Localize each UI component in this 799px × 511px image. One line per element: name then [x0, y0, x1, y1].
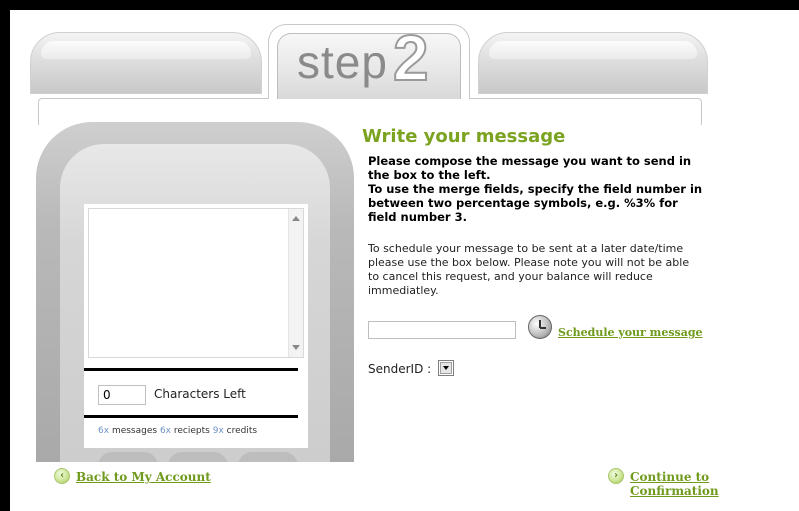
back-arrow-icon[interactable]: ‹ [54, 468, 70, 484]
back-to-account-link[interactable]: Back to My Account [76, 470, 211, 484]
step-label: step [297, 36, 388, 88]
instructions-merge: To use the merge fields, specify the fie… [368, 182, 703, 224]
char-count-field: 0 [98, 385, 146, 405]
receipts-label: reciepts [173, 426, 210, 436]
credits-label: credits [226, 426, 258, 436]
messages-label: messages [111, 426, 158, 436]
schedule-message-link[interactable]: Schedule your message [558, 326, 703, 339]
instructions-compose: Please compose the message you want to s… [368, 154, 692, 182]
messages-count: 6x [98, 426, 110, 436]
page-frame: step 2 0 Characters Left 6x messages 6x … [10, 10, 799, 511]
step-tab-left [30, 32, 262, 94]
scroll-down-icon[interactable] [292, 345, 300, 350]
chars-left-label: Characters Left [154, 387, 246, 401]
message-scrollbar[interactable] [288, 209, 303, 357]
divider [84, 415, 298, 418]
header-panel [38, 98, 702, 125]
phone-mockup: 0 Characters Left 6x messages 6x reciept… [36, 122, 354, 462]
page-title: Write your message [362, 126, 566, 147]
sender-id-label: SenderID : [368, 362, 432, 376]
receipts-count: 6x [159, 426, 172, 436]
forward-arrow-icon[interactable]: › [608, 468, 624, 484]
sender-id-select[interactable] [438, 360, 454, 376]
phone-screen: 0 Characters Left 6x messages 6x reciept… [84, 204, 308, 448]
chevron-down-icon[interactable] [440, 362, 452, 374]
schedule-datetime-input[interactable] [368, 321, 516, 339]
schedule-instructions: To schedule your message to be sent at a… [368, 242, 690, 297]
clock-icon[interactable] [528, 315, 552, 339]
phone-button-left [98, 452, 158, 462]
step-number: 2 [392, 21, 430, 95]
step-header: step 2 [30, 21, 708, 125]
step-tab-current: step 2 [268, 21, 470, 99]
message-textarea[interactable] [88, 208, 304, 358]
instructions: Please compose the message you want to s… [368, 154, 704, 224]
phone-button-center [168, 452, 228, 462]
divider [84, 368, 298, 371]
scroll-up-icon[interactable] [292, 216, 300, 221]
message-counts: 6x messages 6x reciepts 9x credits [98, 426, 257, 436]
phone-button-right [238, 452, 298, 462]
continue-to-confirmation-link[interactable]: Continue to Confirmation [630, 470, 799, 498]
credits-count: 9x [212, 426, 224, 436]
step-tab-right [478, 32, 708, 94]
